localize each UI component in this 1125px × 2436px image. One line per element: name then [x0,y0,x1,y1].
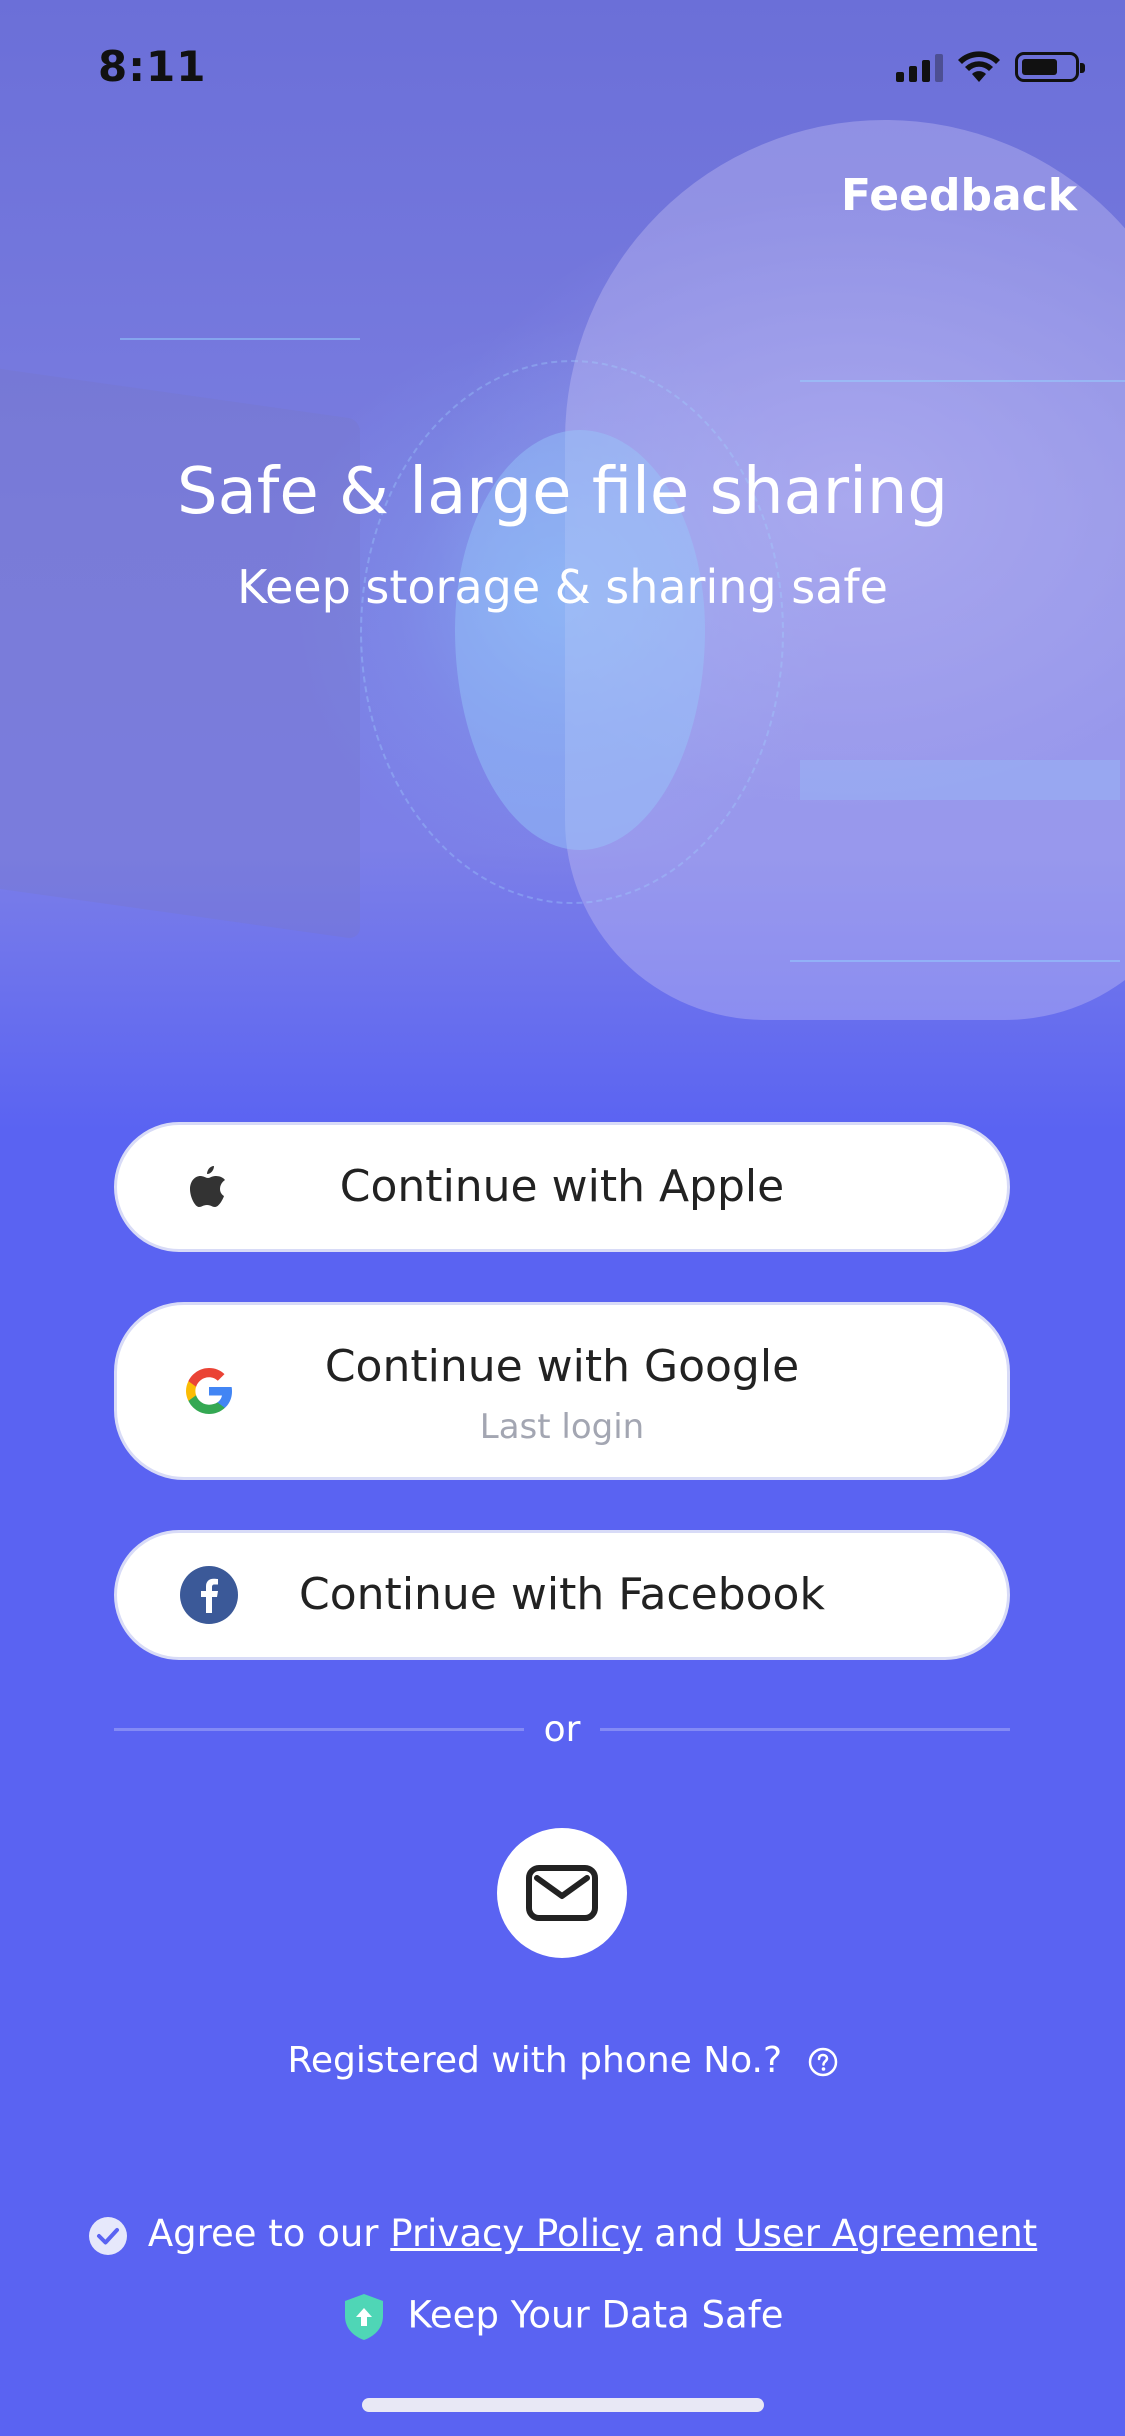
help-icon[interactable] [808,2047,838,2077]
agree-checkbox-icon[interactable] [88,2216,128,2256]
status-time: 8:11 [98,42,207,91]
divider-right [600,1728,1010,1731]
battery-icon [1015,52,1085,82]
data-safety-note: Keep Your Data Safe [0,2292,1125,2342]
mail-icon [526,1865,598,1921]
continue-with-google-button[interactable]: Continue with Google Last login [114,1302,1010,1480]
agreement-prefix: Agree to our [147,2212,379,2255]
continue-with-facebook-button[interactable]: Continue with Facebook [114,1530,1010,1660]
continue-with-apple-button[interactable]: Continue with Apple [114,1122,1010,1252]
phone-prompt-label: Registered with phone No.? [287,2040,783,2081]
email-login-button[interactable] [497,1828,627,1958]
agreement-line: Agree to our Privacy Policy and User Agr… [0,2212,1125,2256]
decor-line [120,338,360,340]
hero-title: Safe & large file sharing [176,455,949,529]
decor-panel [800,760,1120,800]
laptop-illustration [0,360,360,940]
google-button-label: Continue with Google [324,1341,800,1392]
privacy-policy-link[interactable]: Privacy Policy [390,2212,642,2255]
last-login-label: Last login [479,1407,645,1447]
decor-line [790,960,1120,962]
facebook-button-label: Continue with Facebook [299,1569,825,1620]
phone-registration-prompt[interactable]: Registered with phone No.? [0,2040,1125,2081]
user-agreement-link[interactable]: User Agreement [736,2212,1038,2255]
wifi-icon [958,51,1000,82]
hero-subtitle: Keep storage & sharing safe [237,560,888,614]
decor-line [800,380,1125,382]
status-icons [896,50,1085,84]
data-safety-label: Keep Your Data Safe [407,2293,784,2337]
apple-button-label: Continue with Apple [339,1161,785,1212]
feedback-link[interactable]: Feedback [841,170,1077,221]
divider-left [114,1728,524,1731]
agreement-and: and [654,2212,724,2255]
shield-upload-icon [344,2294,383,2340]
or-label: or [543,1709,581,1750]
home-indicator[interactable] [362,2398,764,2412]
signal-icon [896,52,943,82]
